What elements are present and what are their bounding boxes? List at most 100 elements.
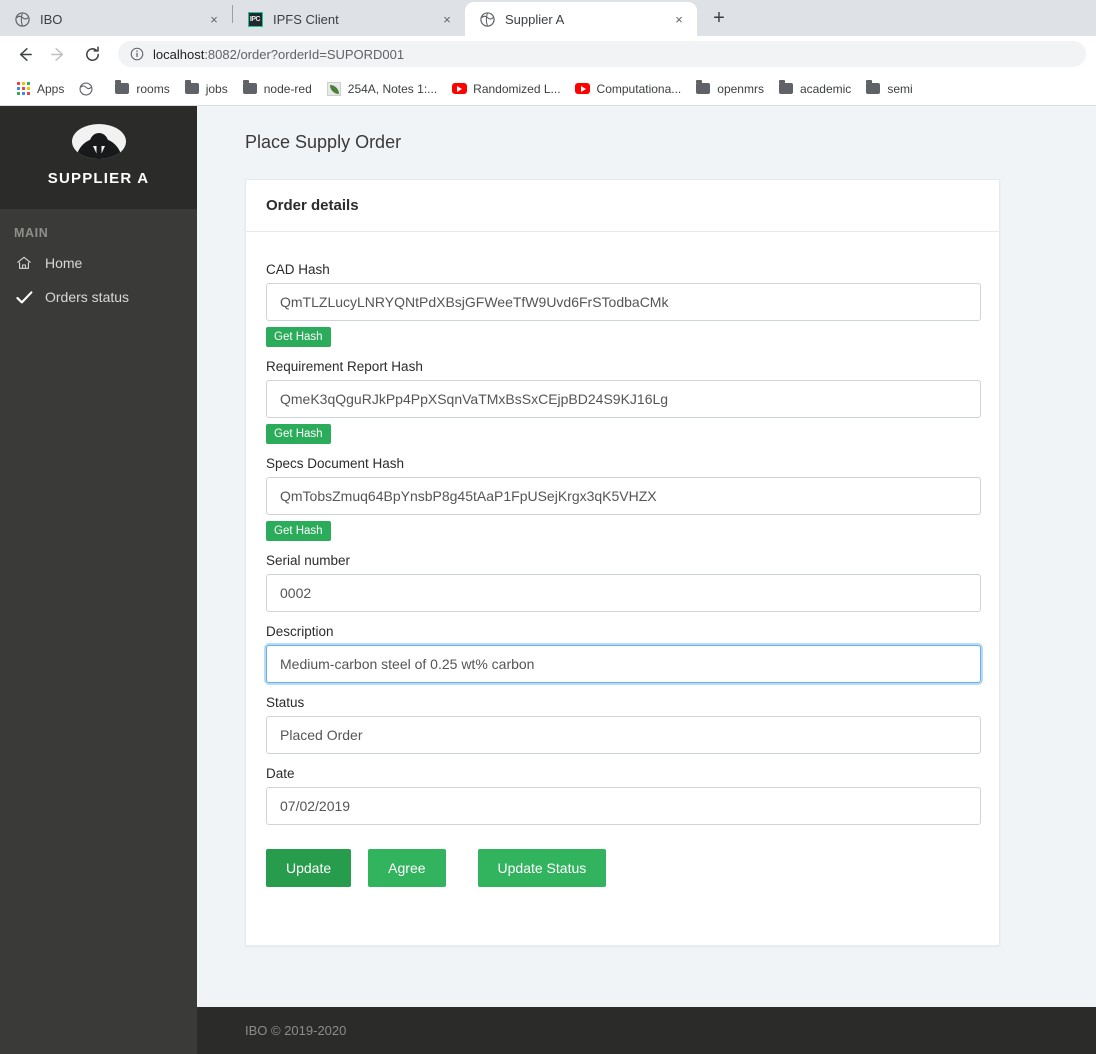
sidebar: SUPPLIER A MAIN Home Orders status [0,106,197,1054]
close-icon[interactable]: × [671,11,687,27]
field-label: CAD Hash [266,262,330,277]
field-label: Status [266,695,305,710]
ipfs-icon: IPC [247,11,263,27]
url-path: :8082/order?orderId=SUPORD001 [204,46,405,62]
bookmarks-bar: Apps rooms jobs node-red 254A, Notes 1:.… [0,72,1096,106]
tab-title: Supplier A [505,11,565,27]
browser-toolbar: localhost:8082/order?orderId=SUPORD001 [0,36,1096,72]
url-text: localhost:8082/order?orderId=SUPORD001 [153,47,404,62]
form-actions: Update Agree Update Status [266,849,979,887]
specs-document-hash-input[interactable] [266,477,981,515]
sidebar-item-label: Home [45,255,83,271]
bookmark-label: semi [887,81,913,96]
close-icon[interactable]: × [439,11,455,27]
agree-button[interactable]: Agree [368,849,446,887]
tab-strip: IBO × IPC IPFS Client × Supplier A × + [0,0,1096,36]
tab-title: IPFS Client [273,11,339,27]
bookmark-randomized-l[interactable]: Randomized L... [444,78,567,100]
info-circle-icon[interactable] [130,47,144,61]
page-viewport: SUPPLIER A MAIN Home Orders status Place… [0,106,1096,1054]
update-status-button[interactable]: Update Status [477,849,607,887]
forward-button[interactable] [44,40,72,68]
reload-button[interactable] [78,40,106,68]
folder-icon [242,80,258,97]
main-content: Place Supply Order Order details CAD Has… [197,106,1096,1054]
leaf-icon [326,81,342,97]
bookmark-254a-notes[interactable]: 254A, Notes 1:... [319,78,444,100]
bookmark-node-red[interactable]: node-red [235,78,319,100]
address-bar[interactable]: localhost:8082/order?orderId=SUPORD001 [118,41,1086,67]
user-avatar-icon [71,124,126,159]
bookmark-label: rooms [136,81,170,96]
bookmark-label: Randomized L... [473,81,561,96]
order-details-card: Order details CAD Hash Get Hash Requirem… [245,179,1000,946]
bookmark-openmrs[interactable]: openmrs [688,78,771,100]
field-label: Description [266,624,334,639]
get-hash-button-requirement[interactable]: Get Hash [266,424,331,444]
youtube-icon [575,81,591,97]
bookmark-computationa[interactable]: Computationa... [568,78,689,100]
browser-tab-ibo[interactable]: IBO × [0,2,232,36]
bookmark-apps[interactable]: Apps [8,78,71,100]
browser-tab-ipfs-client[interactable]: IPC IPFS Client × [233,2,465,36]
browser-window: IBO × IPC IPFS Client × Supplier A × + l… [0,0,1096,1054]
globe-icon [78,81,94,97]
field-group-specs-document-hash: Specs Document Hash Get Hash [266,456,981,541]
field-group-date: Date [266,766,981,825]
bookmark-label: Computationa... [596,81,682,96]
field-group-serial-number: Serial number [266,553,981,612]
close-icon[interactable]: × [206,11,222,27]
folder-icon [114,80,130,97]
youtube-icon [451,81,467,97]
update-button[interactable]: Update [266,849,352,887]
status-input[interactable] [266,716,981,754]
get-hash-button-specs[interactable]: Get Hash [266,521,331,541]
bookmark-academic[interactable]: academic [771,78,858,100]
folder-icon [184,80,200,97]
apps-grid-icon [15,81,31,97]
cad-hash-input[interactable] [266,283,981,321]
date-input[interactable] [266,787,981,825]
globe-icon [14,11,30,27]
back-button[interactable] [10,40,38,68]
serial-number-input[interactable] [266,574,981,612]
field-group-status: Status [266,695,981,754]
bookmark-label: node-red [263,81,312,96]
tab-title: IBO [40,11,63,27]
folder-icon [865,80,881,97]
new-tab-button[interactable]: + [705,4,733,32]
browser-tab-supplier-a[interactable]: Supplier A × [465,2,697,36]
bookmark-label: Apps [37,81,65,96]
field-group-cad-hash: CAD Hash Get Hash [266,262,981,347]
sidebar-item-orders-status[interactable]: Orders status [0,280,197,314]
field-label: Requirement Report Hash [266,359,423,374]
field-group-description: Description [266,624,981,683]
bookmark-globe[interactable] [71,78,107,100]
sidebar-item-label: Orders status [45,289,130,305]
globe-icon [479,11,495,27]
content-body: Place Supply Order Order details CAD Has… [197,106,1096,1007]
get-hash-button-cad[interactable]: Get Hash [266,327,331,347]
folder-icon [695,80,711,97]
requirement-report-hash-input[interactable] [266,380,981,418]
field-label: Serial number [266,553,351,568]
bookmark-jobs[interactable]: jobs [177,78,235,100]
sidebar-brand: SUPPLIER A [0,106,197,209]
field-label: Date [266,766,295,781]
bookmark-semi[interactable]: semi [858,78,919,100]
field-label: Specs Document Hash [266,456,405,471]
home-icon [14,255,34,271]
sidebar-brand-label: SUPPLIER A [47,170,150,187]
folder-icon [778,80,794,97]
sidebar-section-label: MAIN [14,226,49,240]
bookmark-rooms[interactable]: rooms [107,78,176,100]
bookmark-label: academic [799,81,852,96]
description-input[interactable] [266,645,981,683]
sidebar-item-home[interactable]: Home [0,246,197,280]
page-title: Place Supply Order [245,132,402,152]
url-host: localhost [153,46,205,62]
check-icon [14,290,34,305]
bookmark-label: 254A, Notes 1:... [347,81,438,96]
order-form: CAD Hash Get Hash Requirement Report Has… [246,232,999,945]
bookmark-label: openmrs [717,81,764,96]
